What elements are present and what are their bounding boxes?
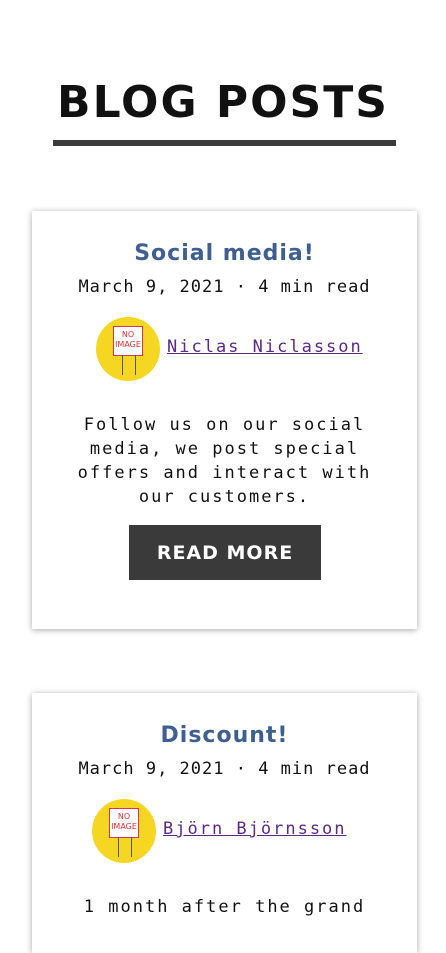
post-meta: March 9, 2021 · 4 min read [78, 759, 371, 779]
blog-post-card: Social media! March 9, 2021 · 4 min read… [32, 211, 417, 629]
author-row: NO IMAGE Niclas Niclasson [32, 317, 417, 381]
post-meta: March 9, 2021 · 4 min read [78, 277, 371, 297]
avatar-figure [118, 837, 132, 857]
post-title[interactable]: Social media! [32, 241, 417, 266]
post-excerpt: Follow us on our social media, we post s… [77, 415, 372, 507]
no-image-icon: NO IMAGE [109, 808, 139, 838]
avatar[interactable]: NO IMAGE [92, 799, 156, 863]
author-row: NO IMAGE Björn Björnsson [32, 799, 417, 863]
avatar[interactable]: NO IMAGE [96, 317, 160, 381]
no-image-icon: NO IMAGE [113, 326, 143, 356]
page-title: BLOG POSTS [57, 77, 389, 129]
read-more-button[interactable]: READ MORE [129, 525, 321, 580]
title-divider [53, 140, 396, 146]
avatar-figure [122, 355, 136, 375]
author-link[interactable]: Niclas Niclasson [167, 337, 363, 357]
post-title[interactable]: Discount! [32, 723, 417, 748]
author-link[interactable]: Björn Björnsson [163, 819, 347, 839]
blog-post-card: Discount! March 9, 2021 · 4 min read NO … [32, 693, 417, 953]
post-excerpt: 1 month after the grand [83, 897, 366, 917]
